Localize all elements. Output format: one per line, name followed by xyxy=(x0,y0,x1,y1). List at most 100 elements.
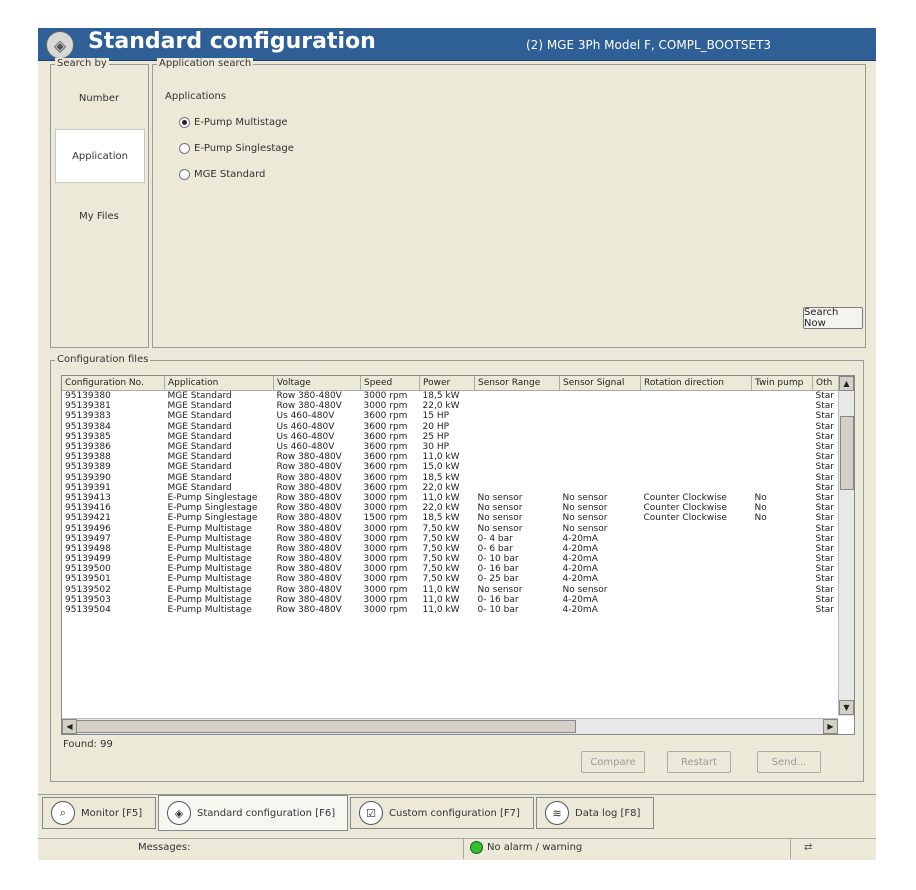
radio-icon[interactable] xyxy=(179,143,190,154)
table-row[interactable]: 95139416 E-Pump Singlestage Row 380-480V 30… xyxy=(62,503,846,513)
table-cell: 3600 rpm xyxy=(363,462,408,473)
scroll-down-icon[interactable]: ▼ xyxy=(839,700,854,715)
restart-button[interactable]: Restart xyxy=(667,751,731,773)
table-row[interactable]: 95139497 E-Pump Multistage Row 380-480V 300… xyxy=(62,534,846,544)
scroll-right-icon[interactable]: ▶ xyxy=(823,719,838,734)
radio-icon[interactable] xyxy=(179,169,190,180)
column-header[interactable]: Sensor Signal xyxy=(559,376,641,391)
tab-monitor[interactable]: ⌕ Monitor [F5] xyxy=(42,797,156,829)
table-row[interactable]: 95139388 MGE Standard Row 380-480V 3600 rpm… xyxy=(62,452,846,462)
table-cell: MGE Standard xyxy=(167,421,232,432)
table-cell: E-Pump Multistage xyxy=(167,605,252,616)
table-row[interactable]: 95139496 E-Pump Multistage Row 380-480V 300… xyxy=(62,523,846,534)
table-cell: 95139388 xyxy=(65,452,111,463)
table-row[interactable]: 95139501 E-Pump Multistage Row 380-480V 300… xyxy=(62,574,846,584)
table-row[interactable]: 95139503 E-Pump Multistage Row 380-480V 300… xyxy=(62,595,846,605)
table-cell: 95139381 xyxy=(65,401,111,412)
found-value: 99 xyxy=(100,739,113,750)
table-cell: 7,50 kW xyxy=(422,574,460,585)
status-ok-icon xyxy=(470,841,483,854)
send-button[interactable]: Send... xyxy=(757,751,821,773)
tab-data-log[interactable]: ≋ Data log [F8] xyxy=(536,797,654,829)
column-header[interactable]: Speed xyxy=(360,376,420,391)
column-header[interactable]: Application xyxy=(164,376,274,391)
tab-custom-configuration[interactable]: ☑ Custom configuration [F7] xyxy=(350,797,534,829)
scroll-up-icon[interactable]: ▲ xyxy=(839,376,854,391)
column-header[interactable]: Voltage xyxy=(273,376,361,391)
search-by-application[interactable]: Application xyxy=(55,129,145,183)
table-row[interactable]: 95139499 E-Pump Multistage Row 380-480V 300… xyxy=(62,554,846,564)
search-now-button[interactable]: Search Now xyxy=(803,307,863,329)
table-row[interactable]: 95139380 MGE Standard Row 380-480V 3000 rpm… xyxy=(62,391,846,402)
horizontal-scroll-thumb[interactable] xyxy=(76,720,576,733)
table-row[interactable]: 95139504 E-Pump Multistage Row 380-480V 300… xyxy=(62,605,846,615)
application-search-legend: Application search xyxy=(157,58,254,69)
search-by-my-files[interactable]: My Files xyxy=(55,195,143,237)
table-cell xyxy=(560,462,641,472)
table-cell: Us 460-480V xyxy=(276,421,335,432)
column-header[interactable]: Rotation direction xyxy=(640,376,752,391)
alarm-text: No alarm / warning xyxy=(487,842,583,853)
table-row[interactable]: 95139421 E-Pump Singlestage Row 380-480V 15… xyxy=(62,513,846,523)
table-row[interactable]: 95139390 MGE Standard Row 380-480V 3600 rpm… xyxy=(62,473,846,483)
radio-e-pump-multistage[interactable]: E-Pump Multistage xyxy=(179,117,288,128)
table-cell xyxy=(475,391,560,402)
column-header[interactable]: Sensor Range xyxy=(474,376,560,391)
table-row[interactable]: 95139385 MGE Standard Us 460-480V 3600 rpm 2… xyxy=(62,432,846,442)
vertical-scroll-thumb[interactable] xyxy=(840,416,854,490)
column-header[interactable]: Configuration No. xyxy=(62,376,165,391)
table-cell xyxy=(752,483,813,493)
table-cell: No sensor xyxy=(477,503,523,514)
table-row[interactable]: 95139381 MGE Standard Row 380-480V 3000 rpm… xyxy=(62,401,846,411)
radio-mge-standard[interactable]: MGE Standard xyxy=(179,169,265,180)
column-header[interactable]: Power xyxy=(419,376,475,391)
configuration-files-panel: Configuration files Configuration No. App… xyxy=(50,354,864,782)
table-cell xyxy=(641,391,752,402)
horizontal-scrollbar[interactable]: ◀ ▶ xyxy=(62,718,838,734)
device-name: (2) MGE 3Ph Model F, COMPL_BOOTSET3 xyxy=(526,38,772,52)
table-row[interactable]: 95139502 E-Pump Multistage Row 380-480V 300… xyxy=(62,585,846,595)
tab-label: Data log [F8] xyxy=(575,807,641,819)
table-cell: 11,0 kW xyxy=(422,605,460,616)
table-cell: 95139502 xyxy=(65,584,111,595)
tab-label: Custom configuration [F7] xyxy=(389,807,520,819)
table-row[interactable]: 95139389 MGE Standard Row 380-480V 3600 rpm… xyxy=(62,462,846,472)
table-cell xyxy=(560,473,641,483)
table-cell: 4-20mA xyxy=(562,564,598,575)
vertical-scrollbar[interactable]: ▲ ▼ xyxy=(838,376,854,716)
table-cell xyxy=(752,523,813,533)
compare-button[interactable]: Compare xyxy=(581,751,645,773)
table-cell: E-Pump Multistage xyxy=(167,574,252,585)
network-icon: ⇄ xyxy=(804,842,813,853)
table-cell xyxy=(641,595,752,605)
table-cell: 3000 rpm xyxy=(363,401,408,412)
table-cell xyxy=(641,442,752,452)
table-row[interactable]: 95139500 E-Pump Multistage Row 380-480V 300… xyxy=(62,564,846,574)
found-label: Found: xyxy=(63,739,97,750)
radio-selected-icon[interactable] xyxy=(179,117,190,128)
table-cell: E-Pump Singlestage xyxy=(167,503,258,514)
table-row[interactable]: 95139498 E-Pump Multistage Row 380-480V 300… xyxy=(62,544,846,554)
table-cell: MGE Standard xyxy=(167,472,232,483)
scroll-left-icon[interactable]: ◀ xyxy=(62,719,77,734)
table-cell: 95139416 xyxy=(65,503,111,514)
table-cell: 3000 rpm xyxy=(363,574,408,585)
table-cell: 15 HP xyxy=(422,411,450,422)
table-row[interactable]: 95139383 MGE Standard Us 460-480V 3600 rpm 1… xyxy=(62,411,846,421)
search-by-number[interactable]: Number xyxy=(55,77,143,119)
table-cell: 3000 rpm xyxy=(363,554,408,565)
table-cell: No sensor xyxy=(562,523,608,534)
tab-standard-configuration[interactable]: ◈ Standard configuration [F6] xyxy=(158,795,348,831)
status-bar: Messages: No alarm / warning ⇄ xyxy=(38,838,876,859)
tab-label: Monitor [F5] xyxy=(81,807,143,819)
table-row[interactable]: 95139384 MGE Standard Us 460-480V 3600 rpm 2… xyxy=(62,422,846,432)
table-cell: 20 HP xyxy=(422,421,450,432)
radio-label: E-Pump Singlestage xyxy=(194,143,294,154)
table-row[interactable]: 95139391 MGE Standard Row 380-480V 3600 rpm… xyxy=(62,483,846,493)
radio-e-pump-singlestage[interactable]: E-Pump Singlestage xyxy=(179,143,294,154)
table-cell: 3600 rpm xyxy=(363,421,408,432)
column-header[interactable]: Twin pump xyxy=(751,376,813,391)
table-row[interactable]: 95139386 MGE Standard Us 460-480V 3600 rpm 3… xyxy=(62,442,846,452)
table-row[interactable]: 95139413 E-Pump Singlestage Row 380-480V 30… xyxy=(62,493,846,503)
table-cell xyxy=(641,564,752,574)
